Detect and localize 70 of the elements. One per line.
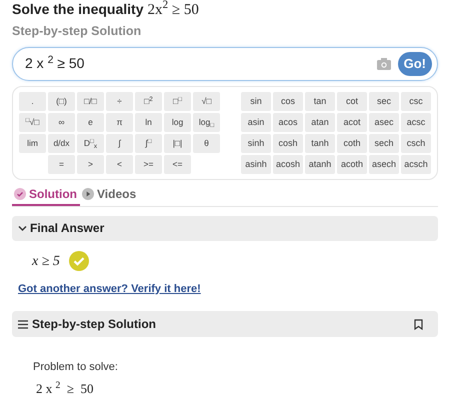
final-answer: x ≥ 5 xyxy=(32,252,60,271)
keypad-key[interactable]: asin xyxy=(241,112,271,132)
title-formula: 2x$^{2}$ ≥ 50 xyxy=(147,1,199,19)
tab[interactable]: Videos xyxy=(80,184,140,206)
keypad-key[interactable]: lim xyxy=(19,134,46,153)
keypad-key[interactable]: ∫ xyxy=(106,134,133,153)
final-answer-heading: Final Answer xyxy=(30,220,104,238)
keypad-key[interactable]: log$_{□}$ xyxy=(193,112,220,132)
keypad-key[interactable]: . xyxy=(19,92,46,111)
keypad-key[interactable]: cosh xyxy=(273,134,303,153)
go-button[interactable]: Go! xyxy=(398,52,432,76)
keypad-key[interactable]: >= xyxy=(135,154,162,174)
keypad-key[interactable]: |□| xyxy=(164,134,191,153)
math-input-field[interactable]: 2 x $^{2}$ ≥ 50 Go! xyxy=(12,46,438,81)
page-subtitle: Step-by-step Solution xyxy=(12,23,142,40)
keypad-key[interactable]: d/dx xyxy=(48,134,75,153)
keypad-key[interactable]: csch xyxy=(401,134,431,153)
keypad-key[interactable]: sec xyxy=(369,92,399,111)
play-icon xyxy=(82,188,94,200)
keypad-key[interactable]: > xyxy=(77,154,104,174)
chevron-down-icon xyxy=(18,224,27,232)
keypad-key[interactable]: □$^{2}$ xyxy=(135,92,162,111)
keypad-key[interactable]: ∞ xyxy=(48,112,75,132)
keypad-key[interactable]: ∫$^{□}$ xyxy=(135,134,162,153)
keypad-key[interactable]: atanh xyxy=(305,154,335,174)
keypad-key[interactable]: (□) xyxy=(48,92,75,111)
keypad-key[interactable]: cot xyxy=(337,92,367,111)
keypad-key[interactable]: ln xyxy=(135,112,162,132)
keypad-key[interactable]: acosh xyxy=(273,154,303,174)
final-answer-header[interactable]: Final Answer xyxy=(12,216,438,241)
keypad-key[interactable]: sin xyxy=(241,92,271,111)
keypad-key[interactable]: atan xyxy=(305,112,335,132)
keypad-key[interactable]: e xyxy=(77,112,104,132)
problem-formula: 2 x $^{2}$ ≥ 50 xyxy=(35,380,95,397)
keypad-key[interactable]: acos xyxy=(273,112,303,132)
keypad-key[interactable]: coth xyxy=(337,134,367,153)
verify-link[interactable]: Got another answer? Verify it here! xyxy=(12,280,438,298)
page-title: Solve the inequality xyxy=(12,0,144,18)
check-icon xyxy=(68,251,89,272)
keypad-key[interactable]: tanh xyxy=(305,134,335,153)
check-icon xyxy=(14,188,26,200)
keypad-key[interactable]: sinh xyxy=(241,134,271,153)
keypad-key[interactable]: = xyxy=(48,154,75,174)
keypad-key[interactable]: csc xyxy=(401,92,431,111)
keypad-key[interactable]: < xyxy=(106,154,133,174)
keypad-key[interactable]: cos xyxy=(273,92,303,111)
bookmark-icon[interactable] xyxy=(414,318,423,330)
keypad-key[interactable]: asech xyxy=(369,154,399,174)
step-by-step-heading: Step-by-step Solution xyxy=(32,316,157,334)
keypad-key[interactable]: acsc xyxy=(401,112,431,132)
keypad-key[interactable]: √□ xyxy=(193,92,220,111)
keypad-key[interactable]: □/□ xyxy=(77,92,104,111)
keypad-key[interactable]: acot xyxy=(337,112,367,132)
keypad-key[interactable]: π xyxy=(106,112,133,132)
keypad-key[interactable]: sech xyxy=(369,134,399,153)
keypad-key[interactable]: acsch xyxy=(401,154,431,174)
keypad-key[interactable]: $^{□}$√□ xyxy=(19,112,46,132)
keypad-key[interactable]: log xyxy=(164,112,191,132)
keypad-key[interactable]: asec xyxy=(369,112,399,132)
keypad-key[interactable]: asinh xyxy=(241,154,271,174)
step-by-step-header[interactable]: Step-by-step Solution xyxy=(12,311,438,338)
keypad-key[interactable]: <= xyxy=(164,154,191,174)
keypad-key[interactable]: □$^{□}$ xyxy=(164,92,191,111)
problem-label: Problem to solve: xyxy=(32,360,119,376)
keypad-key[interactable]: θ xyxy=(193,134,220,153)
keypad-key[interactable]: ÷ xyxy=(106,92,133,111)
list-icon xyxy=(18,320,28,329)
keypad-key[interactable]: tan xyxy=(305,92,335,111)
tab[interactable]: Solution xyxy=(12,184,80,206)
keypad-key[interactable]: acoth xyxy=(337,154,367,174)
